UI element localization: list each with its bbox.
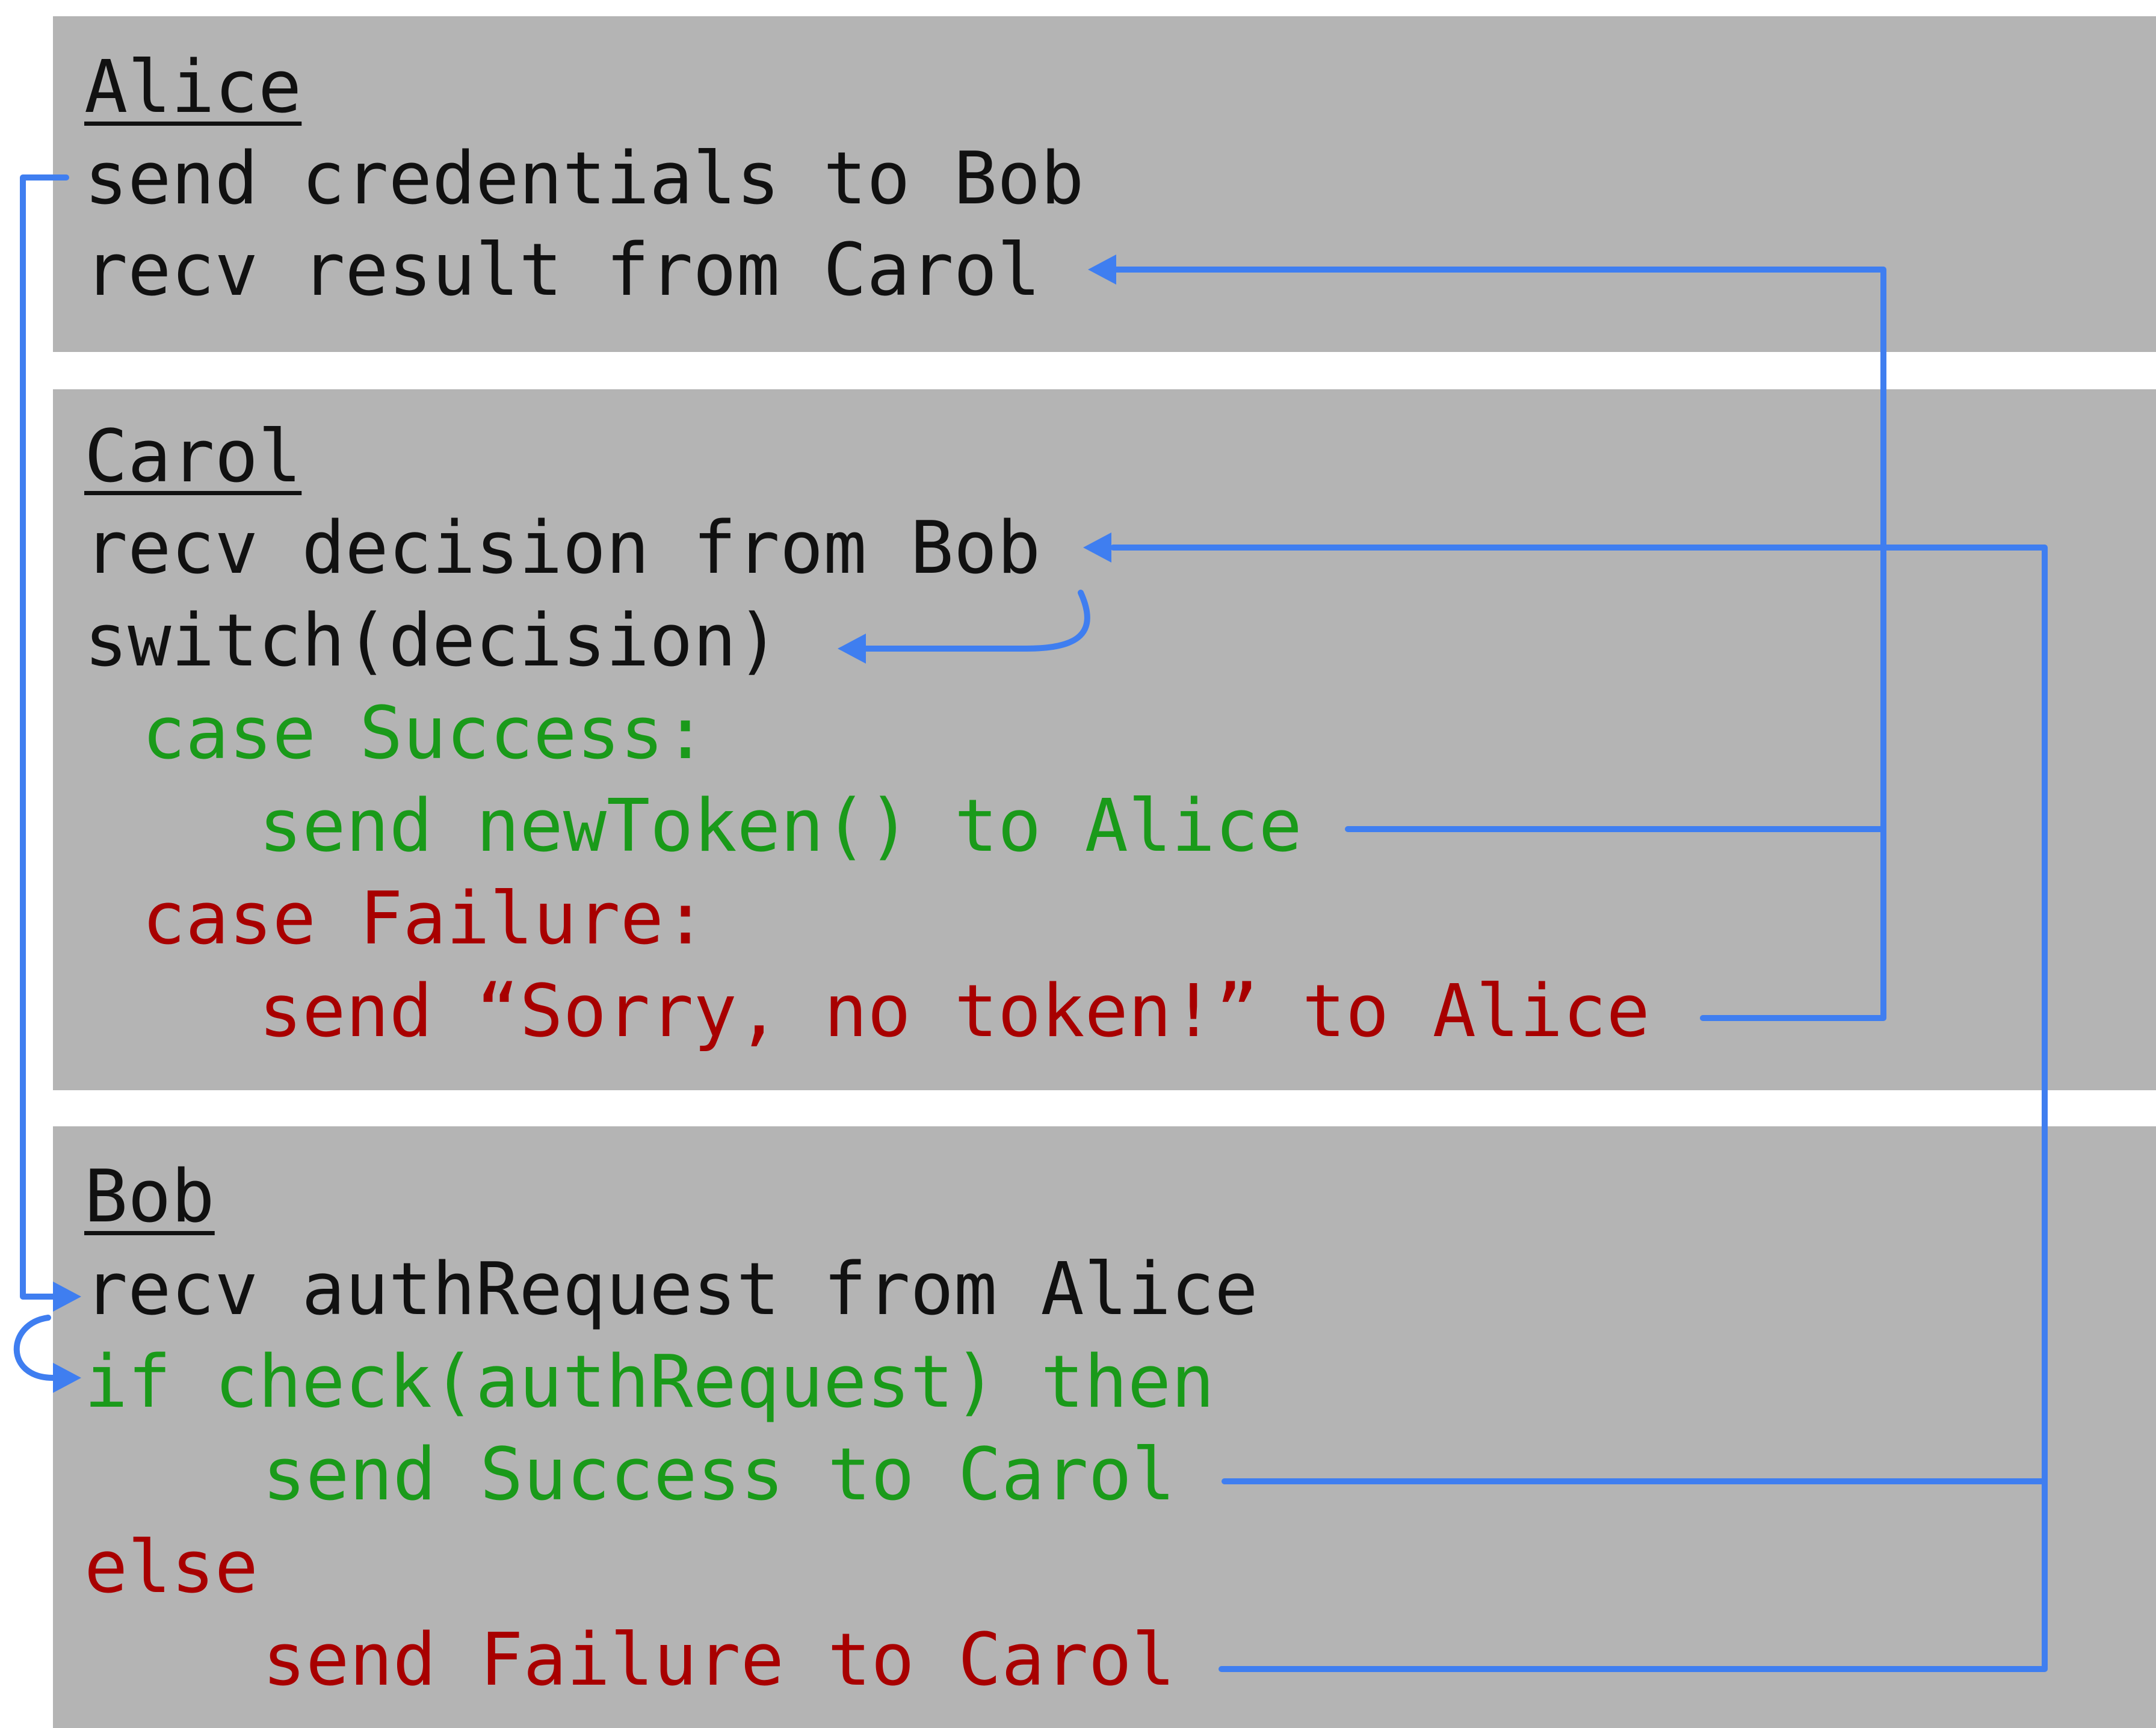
carol-line-switch: switch(decision) xyxy=(84,599,780,683)
bob-line-send-success: send Success to Carol xyxy=(262,1433,1176,1517)
carol-title: Carol xyxy=(84,415,302,499)
carol-line-recv-decision: recv decision from Bob xyxy=(84,507,1041,590)
carol-line-send-new-token: send newToken() to Alice xyxy=(259,785,1302,868)
arrow-bob-recv-to-check xyxy=(13,1315,56,1381)
bob-line-if-check: if check(authRequest) then xyxy=(84,1341,1215,1424)
bob-line-recv-auth-request: recv authRequest from Alice xyxy=(84,1248,1258,1331)
bob-title: Bob xyxy=(84,1155,215,1239)
bob-line-else: else xyxy=(84,1526,258,1609)
alice-title: Alice xyxy=(84,46,302,129)
carol-line-case-failure: case Failure: xyxy=(142,877,708,961)
alice-line-recv-result: recv result from Carol xyxy=(84,229,1041,312)
carol-line-case-success: case Success: xyxy=(142,692,708,776)
bob-line-send-failure: send Failure to Carol xyxy=(262,1618,1176,1702)
alice-line-send-credentials: send credentials to Bob xyxy=(84,137,1084,221)
carol-line-send-sorry: send “Sorry, no token!” to Alice xyxy=(259,970,1650,1054)
